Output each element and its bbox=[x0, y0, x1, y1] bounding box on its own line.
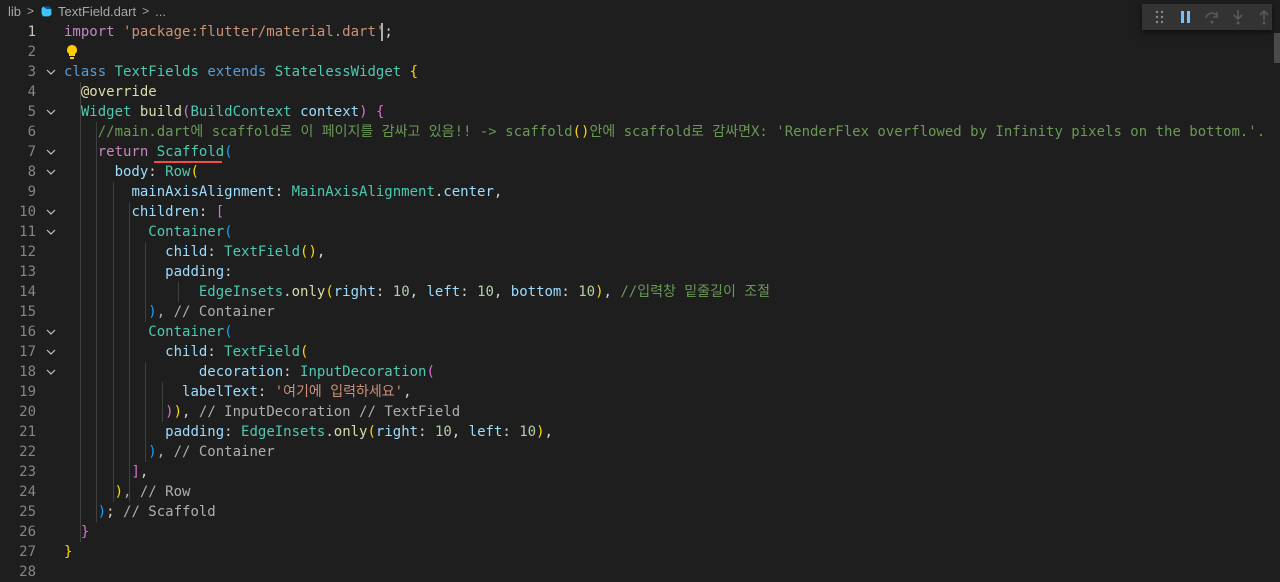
line-number: 11 bbox=[19, 224, 36, 240]
code-line[interactable]: 2 bbox=[0, 42, 1280, 62]
code-line[interactable]: 6 //main.dart에 scaffold로 이 페이지를 감싸고 있음!!… bbox=[0, 122, 1280, 142]
chevron-right-icon: > bbox=[142, 4, 150, 18]
code-line[interactable]: 3 class TextFields extends StatelessWidg… bbox=[0, 62, 1280, 82]
line-number: 17 bbox=[19, 344, 36, 360]
line-number: 28 bbox=[19, 564, 36, 580]
breadcrumb: lib > TextField.dart > ... bbox=[0, 0, 1280, 22]
code-line[interactable]: 18 decoration: InputDecoration( bbox=[0, 362, 1280, 382]
line-number: 2 bbox=[27, 44, 36, 60]
dart-file-icon bbox=[41, 6, 52, 16]
fold-chevron-icon[interactable] bbox=[46, 67, 56, 77]
code-line[interactable]: 14 EdgeInsets.only(right: 10, left: 10, … bbox=[0, 282, 1280, 302]
line-number: 23 bbox=[19, 464, 36, 480]
line-number: 19 bbox=[19, 384, 36, 400]
code-line[interactable]: 8 body: Row( bbox=[0, 162, 1280, 182]
line-number: 20 bbox=[19, 404, 36, 420]
line-number: 27 bbox=[19, 544, 36, 560]
fold-chevron-icon[interactable] bbox=[46, 207, 56, 217]
line-number: 25 bbox=[19, 504, 36, 520]
code-line[interactable]: 9 mainAxisAlignment: MainAxisAlignment.c… bbox=[0, 182, 1280, 202]
line-number: 4 bbox=[27, 84, 36, 100]
code-line[interactable]: 21 padding: EdgeInsets.only(right: 10, l… bbox=[0, 422, 1280, 442]
code-line[interactable]: 5 Widget build(BuildContext context) { bbox=[0, 102, 1280, 122]
chevron-right-icon: > bbox=[27, 4, 35, 18]
fold-chevron-icon[interactable] bbox=[46, 347, 56, 357]
code-line[interactable]: 17 child: TextField( bbox=[0, 342, 1280, 362]
code-line[interactable]: 1 import 'package:flutter/material.dart'… bbox=[0, 22, 1280, 42]
line-number: 21 bbox=[19, 424, 36, 440]
code-line[interactable]: 24 ), // Row bbox=[0, 482, 1280, 502]
line-number: 14 bbox=[19, 284, 36, 300]
code-line[interactable]: 25 ); // Scaffold bbox=[0, 502, 1280, 522]
lightbulb-icon[interactable] bbox=[66, 44, 78, 60]
line-number: 8 bbox=[27, 164, 36, 180]
code-line[interactable]: 11 Container( bbox=[0, 222, 1280, 242]
fold-chevron-icon[interactable] bbox=[46, 367, 56, 377]
code-line[interactable]: 12 child: TextField(), bbox=[0, 242, 1280, 262]
code-line[interactable]: 13 padding: bbox=[0, 262, 1280, 282]
fold-chevron-icon[interactable] bbox=[46, 327, 56, 337]
breadcrumb-more[interactable]: ... bbox=[155, 4, 166, 19]
code-editor[interactable]: 1 import 'package:flutter/material.dart'… bbox=[0, 22, 1280, 580]
line-number: 6 bbox=[27, 124, 36, 140]
line-number: 12 bbox=[19, 244, 36, 260]
breadcrumb-folder[interactable]: lib bbox=[8, 4, 21, 19]
line-number: 1 bbox=[27, 24, 36, 40]
code-line[interactable]: 7 return Scaffold( bbox=[0, 142, 1280, 163]
fold-chevron-icon[interactable] bbox=[46, 167, 56, 177]
code-line[interactable]: 20 )), // InputDecoration // TextField bbox=[0, 402, 1280, 422]
code-line[interactable]: 15 ), // Container bbox=[0, 302, 1280, 322]
fold-chevron-icon[interactable] bbox=[46, 227, 56, 237]
fold-chevron-icon[interactable] bbox=[46, 107, 56, 117]
code-line[interactable]: 26 } bbox=[0, 522, 1280, 542]
code-line[interactable]: 10 children: [ bbox=[0, 202, 1280, 222]
line-number: 7 bbox=[27, 144, 36, 160]
line-number: 18 bbox=[19, 364, 36, 380]
code-line[interactable]: 22 ), // Container bbox=[0, 442, 1280, 462]
line-number: 15 bbox=[19, 304, 36, 320]
text-cursor bbox=[381, 23, 383, 41]
breadcrumb-file[interactable]: TextField.dart bbox=[58, 4, 136, 19]
line-number: 3 bbox=[27, 64, 36, 80]
line-number: 13 bbox=[19, 264, 36, 280]
fold-chevron-icon[interactable] bbox=[46, 147, 56, 157]
line-number: 9 bbox=[27, 184, 36, 200]
code-line[interactable]: 4 @override bbox=[0, 82, 1280, 102]
code-line[interactable]: 28 bbox=[0, 562, 1280, 582]
code-line[interactable]: 23 ], bbox=[0, 462, 1280, 482]
code-line[interactable]: 19 labelText: '여기에 입력하세요', bbox=[0, 382, 1280, 402]
line-number: 16 bbox=[19, 324, 36, 340]
line-number: 22 bbox=[19, 444, 36, 460]
line-number: 5 bbox=[27, 104, 36, 120]
line-number: 26 bbox=[19, 524, 36, 540]
line-number: 10 bbox=[19, 204, 36, 220]
code-line[interactable]: 16 Container( bbox=[0, 322, 1280, 342]
code-line[interactable]: 27 } bbox=[0, 542, 1280, 562]
line-number: 24 bbox=[19, 484, 36, 500]
